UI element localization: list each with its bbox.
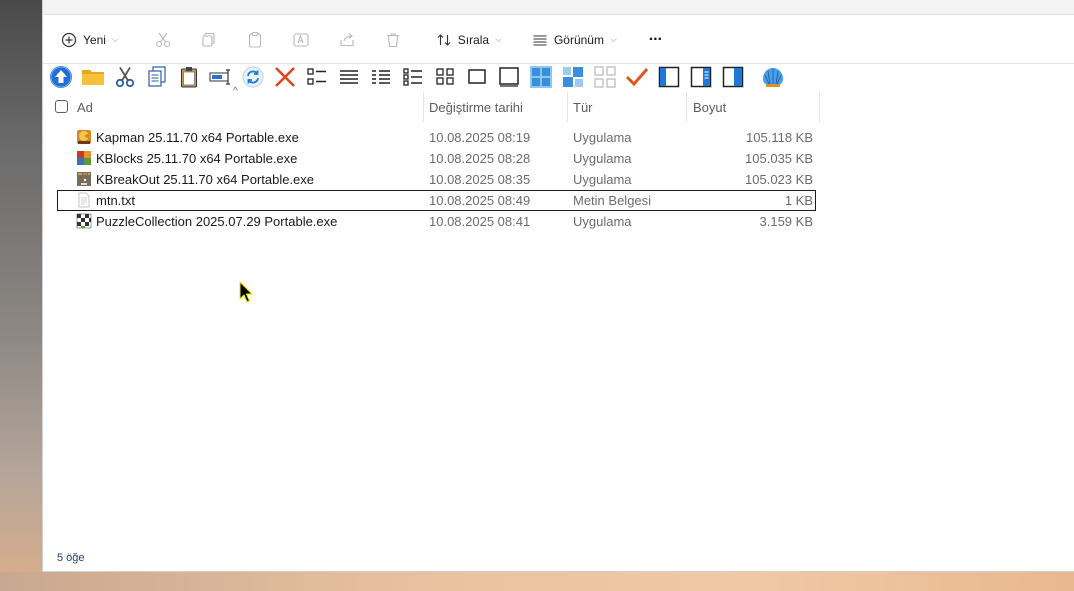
select-all-checkbox[interactable]: [55, 100, 68, 113]
column-divider[interactable]: [423, 92, 424, 122]
file-size: 1 KB: [784, 193, 813, 208]
sort-ascending-icon: ^: [233, 86, 238, 97]
column-size[interactable]: Boyut: [693, 92, 726, 122]
column-name-label: Ad: [77, 99, 93, 115]
new-folder-icon[interactable]: [77, 63, 109, 91]
column-size-label: Boyut: [693, 99, 727, 115]
column-date[interactable]: Değiştirme tarihi: [429, 92, 523, 122]
puzzle-app-icon: [76, 213, 92, 229]
file-type: Uygulama: [573, 130, 632, 145]
copy-icon[interactable]: [193, 24, 225, 56]
grid-light-view-icon[interactable]: [589, 63, 621, 91]
kapman-app-icon: [77, 130, 91, 144]
file-date: 10.08.2025 08:19: [429, 130, 531, 145]
chevron-down-icon: ⌵: [609, 34, 617, 44]
file-explorer-window: Yeni ⌵ Sırala ⌵ Görünüm ⌵ ··· ^ Ad Değiş…: [42, 0, 1074, 572]
file-name: PuzzleCollection 2025.07.29 Portable.exe: [96, 214, 338, 229]
plus-circle-icon: [61, 32, 77, 47]
rename-icon[interactable]: [285, 24, 317, 56]
details-pane-icon[interactable]: [685, 63, 717, 91]
file-date: 10.08.2025 08:41: [429, 214, 531, 229]
new-button-label: Yeni: [83, 32, 106, 47]
large-icons-view-icon[interactable]: [461, 63, 493, 91]
copy-docs-icon[interactable]: [141, 63, 173, 91]
column-divider[interactable]: [567, 92, 568, 122]
grid-blue-view-icon[interactable]: [525, 63, 557, 91]
column-type-label: Tür: [573, 99, 593, 115]
column-name[interactable]: Ad: [77, 92, 93, 122]
navigation-pane-icon[interactable]: [653, 63, 685, 91]
file-name: KBlocks 25.11.70 x64 Portable.exe: [96, 151, 298, 166]
file-size: 3.159 KB: [759, 214, 814, 229]
file-row[interactable]: Kapman 25.11.70 x64 Portable.exe 10.08.2…: [43, 127, 1074, 148]
sort-arrows-icon: [437, 33, 451, 46]
checkmark-icon[interactable]: [621, 63, 653, 91]
more-options-button[interactable]: ···: [641, 24, 670, 56]
column-divider[interactable]: [686, 92, 687, 122]
column-divider[interactable]: [819, 92, 820, 122]
kblocks-app-icon: [77, 151, 91, 165]
grid-mixed-view-icon[interactable]: [557, 63, 589, 91]
file-type: Uygulama: [573, 172, 632, 187]
view-lines-icon: [533, 34, 547, 46]
clipboard-icon[interactable]: [173, 63, 205, 91]
title-bar: [43, 0, 1074, 15]
file-name: KBreakOut 25.11.70 x64 Portable.exe: [96, 172, 315, 187]
details-view-icon[interactable]: [365, 63, 397, 91]
refresh-icon[interactable]: [237, 63, 269, 91]
file-row[interactable]: KBlocks 25.11.70 x64 Portable.exe 10.08.…: [43, 148, 1074, 169]
desktop-wallpaper-left: [0, 0, 44, 591]
text-file-icon: [78, 192, 90, 208]
file-row[interactable]: KBreakOut 25.11.70 x64 Portable.exe 10.0…: [43, 169, 1074, 190]
desktop-wallpaper-bottom: [0, 572, 1074, 591]
file-name: Kapman 25.11.70 x64 Portable.exe: [96, 130, 299, 145]
paste-icon[interactable]: [239, 24, 271, 56]
file-name: mtn.txt: [96, 193, 136, 208]
chevron-down-icon: ⌵: [495, 34, 502, 44]
scissors-icon[interactable]: [109, 63, 141, 91]
new-button[interactable]: Yeni ⌵: [53, 24, 127, 56]
file-row[interactable]: mtn.txt 10.08.2025 08:49 Metin Belgesi 1…: [43, 190, 1074, 211]
delete-x-icon[interactable]: [269, 63, 301, 91]
sort-button[interactable]: Sırala ⌵: [428, 24, 510, 56]
delete-icon[interactable]: [377, 24, 409, 56]
file-size: 105.023 KB: [745, 172, 813, 187]
up-folder-icon[interactable]: [45, 63, 77, 91]
file-row[interactable]: PuzzleCollection 2025.07.29 Portable.exe…: [43, 211, 1074, 232]
file-type: Uygulama: [573, 151, 632, 166]
file-date: 10.08.2025 08:28: [429, 151, 531, 166]
status-item-count: 5 öğe: [57, 552, 85, 564]
more-options-icon: ···: [648, 30, 663, 48]
custom-toolbar: [45, 63, 789, 91]
mouse-cursor-icon: [239, 281, 253, 303]
sort-button-label: Sırala: [457, 32, 490, 47]
file-date: 10.08.2025 08:35: [429, 172, 531, 187]
column-header: ^ Ad Değiştirme tarihi Tür Boyut: [43, 86, 1074, 122]
medium-icons-view-icon[interactable]: [429, 63, 461, 91]
extra-large-icons-view-icon[interactable]: [493, 63, 525, 91]
preview-pane-icon[interactable]: [717, 63, 749, 91]
file-list: Kapman 25.11.70 x64 Portable.exe 10.08.2…: [43, 127, 1074, 232]
view-button[interactable]: Görünüm ⌵: [524, 24, 625, 56]
list-view-icon[interactable]: [333, 63, 365, 91]
tiles-view-icon[interactable]: [397, 63, 429, 91]
small-icons-view-icon[interactable]: [301, 63, 333, 91]
file-size: 105.118 KB: [746, 130, 813, 145]
command-bar: Yeni ⌵ Sırala ⌵ Görünüm ⌵ ···: [43, 16, 1074, 64]
file-date: 10.08.2025 08:49: [429, 193, 531, 208]
chevron-down-icon: ⌵: [111, 34, 119, 44]
share-icon[interactable]: [331, 24, 363, 56]
file-type: Uygulama: [573, 214, 632, 229]
file-type: Metin Belgesi: [573, 193, 652, 208]
shell-icon[interactable]: [757, 63, 789, 91]
kbreakout-app-icon: [77, 172, 91, 186]
view-button-label: Görünüm: [553, 32, 604, 47]
column-type[interactable]: Tür: [573, 92, 593, 122]
column-date-label: Değiştirme tarihi: [429, 99, 523, 115]
file-size: 105.035 KB: [745, 151, 813, 166]
cut-icon[interactable]: [147, 24, 179, 56]
